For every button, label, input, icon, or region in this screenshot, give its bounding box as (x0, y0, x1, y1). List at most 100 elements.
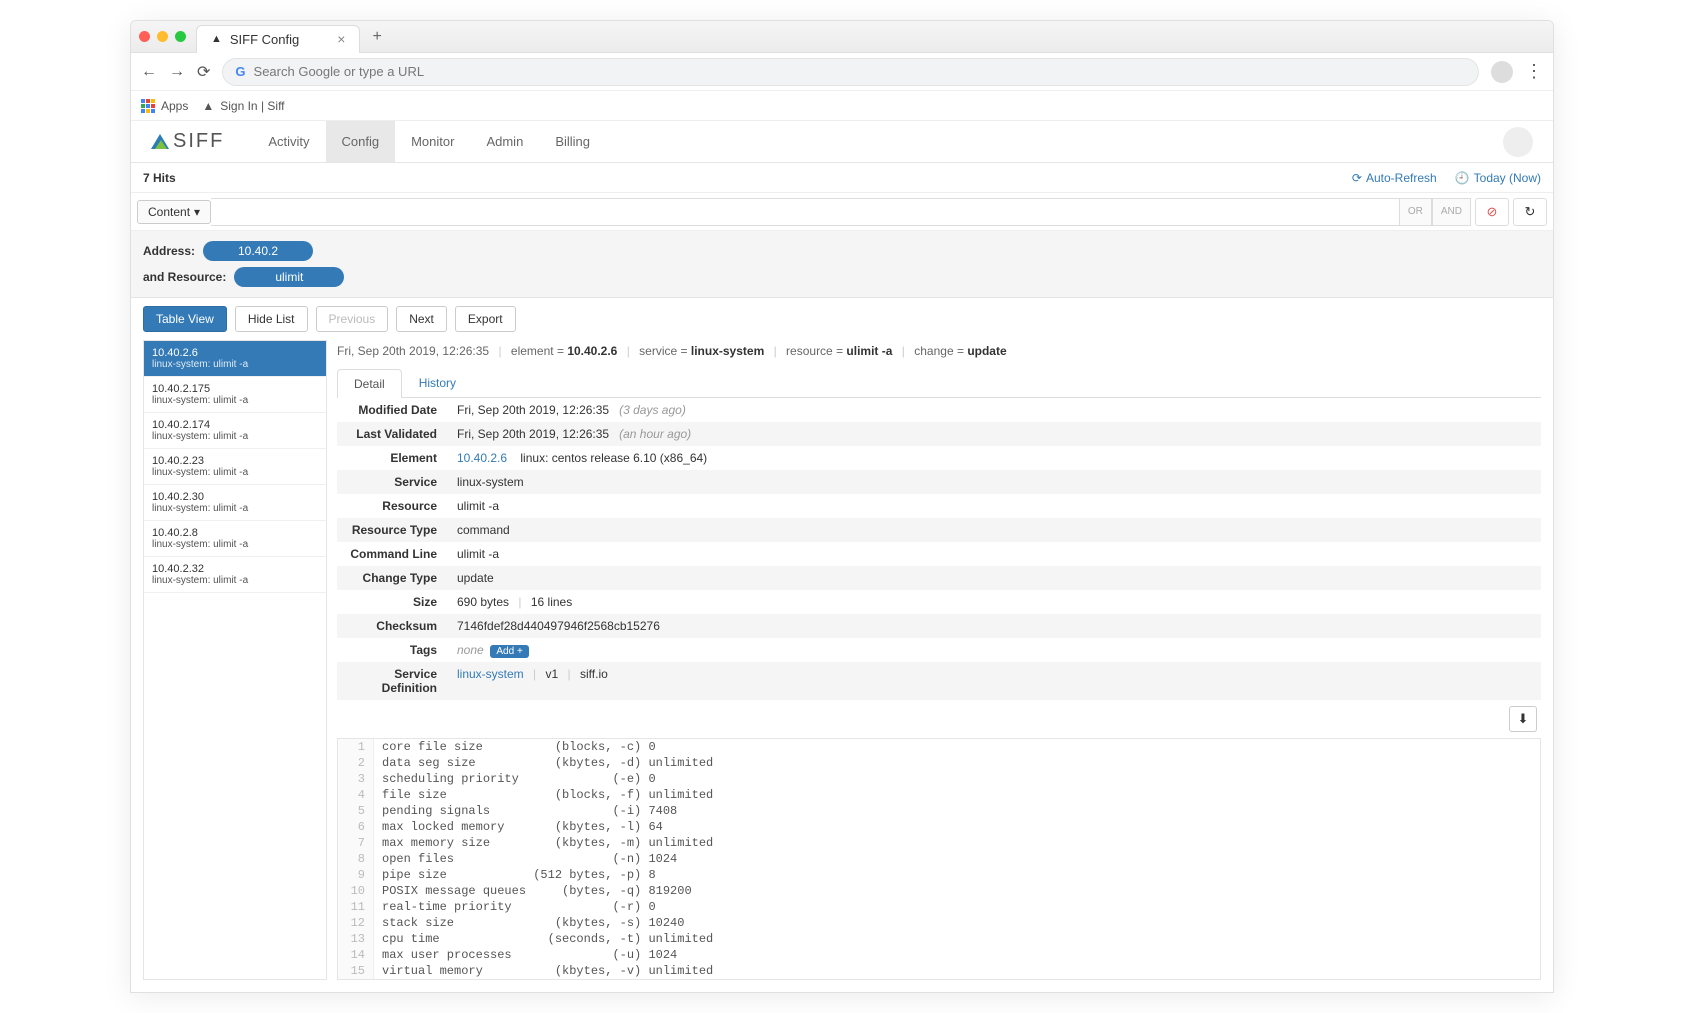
bookmark-favicon: ▲ (202, 99, 214, 113)
sidebar-item[interactable]: 10.40.2.32linux-system: ulimit -a (144, 557, 326, 593)
prohibit-icon: ⊘ (1487, 204, 1498, 220)
filter-panel: Address: 10.40.2 and Resource: ulimit (131, 231, 1553, 298)
browser-window: ▲ SIFF Config × + ← → ⟳ G Search Google … (130, 20, 1554, 993)
profile-avatar[interactable] (1491, 61, 1513, 83)
bookmark-signin[interactable]: ▲ Sign In | Siff (202, 99, 284, 113)
download-icon: ⬇ (1518, 711, 1529, 727)
code-line: 13cpu time (seconds, -t) unlimited (338, 931, 1540, 947)
hit-count: 7 Hits (143, 171, 176, 185)
auto-refresh-link[interactable]: ⟳ Auto-Refresh (1352, 171, 1437, 185)
code-line: 4file size (blocks, -f) unlimited (338, 787, 1540, 803)
download-button[interactable]: ⬇ (1509, 706, 1537, 732)
clear-button[interactable]: ⊘ (1475, 198, 1509, 226)
brand-logo-icon (151, 134, 169, 149)
code-line: 2data seg size (kbytes, -d) unlimited (338, 755, 1540, 771)
apps-grid-icon (141, 99, 155, 113)
maximize-window-icon[interactable] (175, 31, 186, 42)
code-line: 11real-time priority (-r) 0 (338, 899, 1540, 915)
refresh-icon: ↻ (1525, 204, 1536, 220)
main-nav: ActivityConfigMonitorAdminBilling (252, 121, 606, 162)
element-link[interactable]: 10.40.2.6 (457, 451, 507, 465)
code-line: 7max memory size (kbytes, -m) unlimited (338, 835, 1540, 851)
titlebar: ▲ SIFF Config × + (131, 21, 1553, 53)
previous-button[interactable]: Previous (316, 306, 389, 332)
tab-favicon: ▲ (211, 33, 222, 45)
bookmarks-bar: Apps ▲ Sign In | Siff (131, 91, 1553, 121)
service-def-link[interactable]: linux-system (457, 667, 524, 681)
resource-label: and Resource: (143, 270, 226, 284)
resource-pill[interactable]: ulimit (234, 267, 344, 287)
close-tab-icon[interactable]: × (337, 31, 345, 47)
app-navbar: SIFF ActivityConfigMonitorAdminBilling (131, 121, 1553, 163)
download-row: ⬇ (337, 700, 1541, 738)
nav-tab-config[interactable]: Config (326, 121, 396, 162)
nav-tab-activity[interactable]: Activity (252, 121, 325, 162)
add-tag-button[interactable]: Add + (490, 645, 528, 658)
nav-tab-monitor[interactable]: Monitor (395, 121, 470, 162)
code-line: 1core file size (blocks, -c) 0 (338, 739, 1540, 755)
back-button[interactable]: ← (141, 63, 157, 81)
code-line: 15virtual memory (kbytes, -v) unlimited (338, 963, 1540, 979)
nav-tab-billing[interactable]: Billing (539, 121, 606, 162)
hits-bar: 7 Hits ⟳ Auto-Refresh 🕘 Today (Now) (131, 163, 1553, 193)
sidebar-item[interactable]: 10.40.2.174linux-system: ulimit -a (144, 413, 326, 449)
content-dropdown[interactable]: Content ▾ (137, 200, 211, 224)
sidebar-item[interactable]: 10.40.2.6linux-system: ulimit -a (144, 341, 326, 377)
breadcrumb: Fri, Sep 20th 2019, 12:26:35 | element =… (337, 340, 1541, 368)
minimize-window-icon[interactable] (157, 31, 168, 42)
detail-table: Modified DateFri, Sep 20th 2019, 12:26:3… (337, 398, 1541, 700)
window-controls (139, 31, 186, 42)
sidebar-item[interactable]: 10.40.2.23linux-system: ulimit -a (144, 449, 326, 485)
detail-tabs: Detail History (337, 368, 1541, 398)
code-line: 6max locked memory (kbytes, -l) 64 (338, 819, 1540, 835)
search-bar: Content ▾ OR AND ⊘ ↻ (131, 193, 1553, 231)
sidebar-item[interactable]: 10.40.2.8linux-system: ulimit -a (144, 521, 326, 557)
close-window-icon[interactable] (139, 31, 150, 42)
sidebar-item[interactable]: 10.40.2.30linux-system: ulimit -a (144, 485, 326, 521)
sidebar-item[interactable]: 10.40.2.175linux-system: ulimit -a (144, 377, 326, 413)
search-refresh-button[interactable]: ↻ (1513, 198, 1547, 226)
address-bar[interactable]: G Search Google or type a URL (222, 58, 1479, 86)
detail-pane: Fri, Sep 20th 2019, 12:26:35 | element =… (337, 340, 1541, 980)
tab-history[interactable]: History (402, 368, 473, 397)
today-link[interactable]: 🕘 Today (Now) (1455, 171, 1541, 185)
new-tab-button[interactable]: + (372, 28, 381, 46)
code-line: 14max user processes (-u) 1024 (338, 947, 1540, 963)
refresh-icon: ⟳ (1352, 171, 1362, 185)
result-sidebar: 10.40.2.6linux-system: ulimit -a10.40.2.… (143, 340, 327, 980)
and-button[interactable]: AND (1432, 198, 1471, 226)
next-button[interactable]: Next (396, 306, 447, 332)
or-button[interactable]: OR (1399, 198, 1432, 226)
browser-tab[interactable]: ▲ SIFF Config × (196, 25, 360, 53)
caret-down-icon: ▾ (194, 205, 200, 219)
user-avatar[interactable] (1503, 127, 1533, 157)
export-button[interactable]: Export (455, 306, 516, 332)
brand[interactable]: SIFF (151, 130, 224, 153)
code-line: 8open files (-n) 1024 (338, 851, 1540, 867)
code-viewer: 1core file size (blocks, -c) 02data seg … (337, 738, 1541, 980)
hide-list-button[interactable]: Hide List (235, 306, 308, 332)
tab-title: SIFF Config (230, 32, 299, 47)
action-bar: Table View Hide List Previous Next Expor… (131, 298, 1553, 340)
kebab-menu-icon[interactable]: ⋮ (1525, 61, 1543, 82)
address-label: Address: (143, 244, 195, 258)
browser-toolbar: ← → ⟳ G Search Google or type a URL ⋮ (131, 53, 1553, 91)
code-line: 3scheduling priority (-e) 0 (338, 771, 1540, 787)
google-g-icon: G (235, 64, 245, 79)
brand-text: SIFF (173, 130, 224, 153)
code-line: 12stack size (kbytes, -s) 10240 (338, 915, 1540, 931)
code-line: 9pipe size (512 bytes, -p) 8 (338, 867, 1540, 883)
main-content: 10.40.2.6linux-system: ulimit -a10.40.2.… (131, 340, 1553, 992)
forward-button[interactable]: → (169, 63, 185, 81)
apps-shortcut[interactable]: Apps (141, 99, 188, 113)
tab-detail[interactable]: Detail (337, 369, 402, 398)
nav-tab-admin[interactable]: Admin (470, 121, 539, 162)
clock-icon: 🕘 (1455, 171, 1470, 185)
reload-button[interactable]: ⟳ (197, 62, 210, 82)
code-line: 5pending signals (-i) 7408 (338, 803, 1540, 819)
table-view-button[interactable]: Table View (143, 306, 227, 332)
address-pill[interactable]: 10.40.2 (203, 241, 313, 261)
omnibox-placeholder: Search Google or type a URL (254, 64, 425, 79)
search-input[interactable] (211, 198, 1399, 226)
code-line: 10POSIX message queues (bytes, -q) 81920… (338, 883, 1540, 899)
